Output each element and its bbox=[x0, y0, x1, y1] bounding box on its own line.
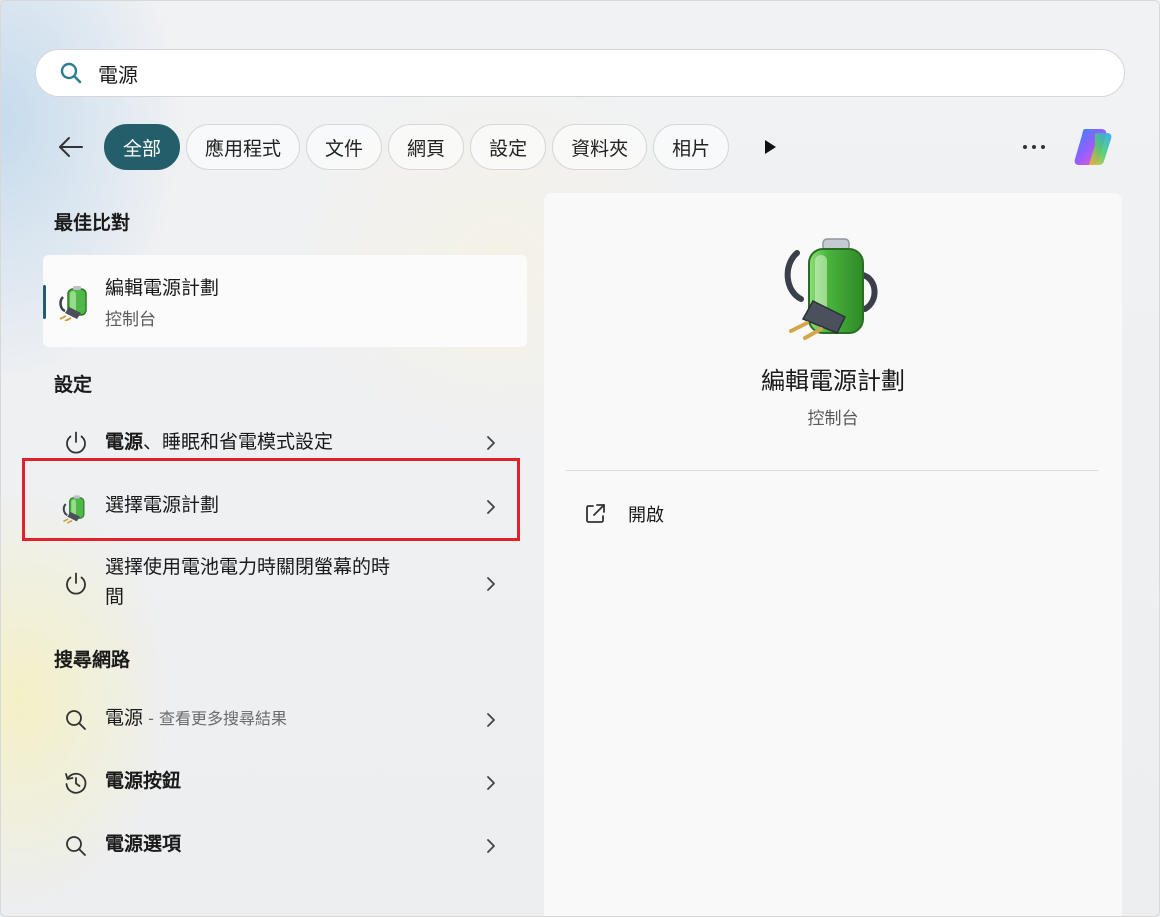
section-title-web: 搜尋網路 bbox=[54, 649, 131, 671]
web-result-power-options[interactable]: 電源選項 bbox=[43, 817, 527, 873]
best-match-result[interactable]: 編輯電源計劃 控制台 bbox=[43, 255, 527, 347]
open-external-icon bbox=[582, 501, 608, 527]
filter-bar: 全部 應用程式 文件 網頁 設定 資料夾 相片 bbox=[51, 123, 787, 171]
ellipsis-icon bbox=[1023, 145, 1045, 149]
chevron-right-icon bbox=[483, 772, 499, 794]
back-button[interactable] bbox=[51, 127, 91, 167]
match-text: 電源 bbox=[105, 431, 144, 453]
hint-text: - 查看更多搜尋結果 bbox=[143, 709, 287, 728]
chevron-right-icon bbox=[483, 573, 499, 595]
chevron-right-icon bbox=[483, 432, 499, 454]
search-icon bbox=[61, 831, 91, 861]
start-search-window: 全部 應用程式 文件 網頁 設定 資料夾 相片 bbox=[0, 0, 1160, 917]
preview-subtitle: 控制台 bbox=[807, 409, 859, 429]
section-title-settings: 設定 bbox=[54, 374, 93, 396]
preview-title: 編輯電源計劃 bbox=[761, 367, 905, 395]
chevron-right-icon bbox=[483, 835, 499, 857]
selection-indicator bbox=[43, 285, 46, 319]
filter-chip-folders[interactable]: 資料夾 bbox=[552, 124, 648, 170]
settings-result-label: 電源、睡眠和省電模式設定 bbox=[105, 428, 333, 456]
web-result-label: 電源 - 查看更多搜尋結果 bbox=[105, 704, 287, 733]
divider bbox=[566, 470, 1098, 471]
arrow-left-icon bbox=[59, 137, 83, 157]
search-bar[interactable] bbox=[35, 49, 1125, 97]
preview-pane: 編輯電源計劃 控制台 開啟 bbox=[544, 193, 1122, 916]
query-text: 電源 bbox=[105, 707, 144, 729]
search-input[interactable] bbox=[98, 50, 1124, 96]
play-arrow-icon bbox=[765, 140, 777, 154]
settings-result-label-line1: 選擇使用電池電力時關閉螢幕的時 bbox=[105, 556, 391, 578]
best-match-title: 編輯電源計劃 bbox=[105, 277, 220, 299]
web-result-power-button[interactable]: 電源按鈕 bbox=[43, 754, 527, 810]
highlight-annotation-box bbox=[22, 458, 520, 541]
settings-result-label-line2: 間 bbox=[105, 586, 125, 608]
open-action-button[interactable]: 開啟 bbox=[582, 499, 664, 529]
filter-chip-all[interactable]: 全部 bbox=[104, 124, 181, 170]
power-icon bbox=[61, 428, 91, 458]
more-options-button[interactable] bbox=[1015, 133, 1053, 161]
search-icon bbox=[61, 705, 91, 735]
filter-chip-photos[interactable]: 相片 bbox=[653, 124, 730, 170]
web-result-power[interactable]: 電源 - 查看更多搜尋結果 bbox=[43, 691, 527, 747]
power-icon bbox=[61, 569, 91, 599]
section-title-best-match: 最佳比對 bbox=[54, 212, 131, 234]
search-icon bbox=[58, 60, 84, 86]
copilot-button[interactable] bbox=[1067, 123, 1117, 171]
history-icon bbox=[61, 768, 91, 798]
copilot-icon bbox=[1074, 129, 1112, 165]
chevron-right-icon bbox=[483, 709, 499, 731]
power-plan-icon bbox=[784, 238, 878, 340]
filter-chip-documents[interactable]: 文件 bbox=[306, 124, 383, 170]
web-result-label: 電源選項 bbox=[105, 833, 182, 855]
filter-chip-settings[interactable]: 設定 bbox=[470, 124, 547, 170]
best-match-subtitle: 控制台 bbox=[105, 310, 156, 330]
power-plan-icon bbox=[59, 286, 87, 321]
more-filters-button[interactable] bbox=[753, 127, 787, 167]
open-action-label: 開啟 bbox=[628, 505, 664, 526]
rest-text: 、睡眠和省電模式設定 bbox=[143, 431, 334, 453]
filter-chip-apps[interactable]: 應用程式 bbox=[186, 124, 301, 170]
web-result-label: 電源按鈕 bbox=[105, 770, 182, 792]
settings-result-screen-off-battery[interactable]: 選擇使用電池電力時關閉螢幕的時 間 bbox=[43, 549, 527, 621]
filter-chip-web[interactable]: 網頁 bbox=[388, 124, 465, 170]
